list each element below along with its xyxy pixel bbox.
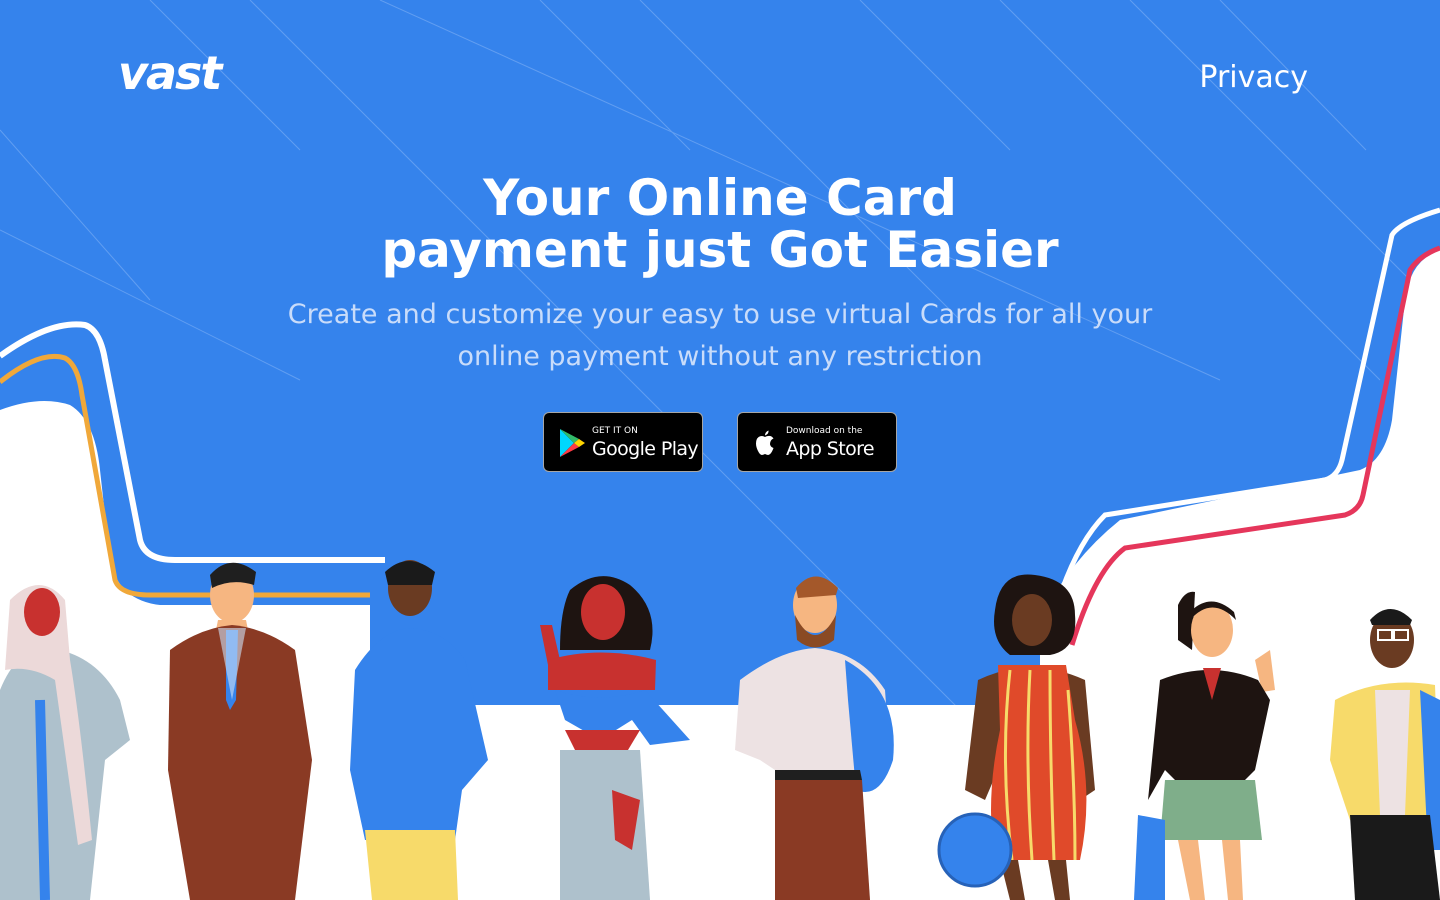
person-woman-schoolgirl xyxy=(1134,591,1275,900)
google-play-small-text: GET IT ON xyxy=(592,426,638,436)
hero-title: Your Online Card payment just Got Easier xyxy=(0,172,1440,276)
person-man-glasses xyxy=(1330,609,1440,900)
hero-subtitle: Create and customize your easy to use vi… xyxy=(270,294,1170,378)
person-woman-red-top xyxy=(540,576,690,900)
google-play-icon xyxy=(560,429,585,457)
app-store-small-text: Download on the xyxy=(786,426,863,436)
hero-subtitle-line2: online payment without any restriction xyxy=(457,341,983,372)
hero-title-line1: Your Online Card xyxy=(483,169,957,227)
hero-title-line2: payment just Got Easier xyxy=(381,221,1059,279)
person-woman-striped-dress xyxy=(937,574,1095,900)
app-store-button[interactable]: Download on the App Store xyxy=(737,412,897,472)
person-man-beard-backpack xyxy=(735,576,894,900)
nav-privacy-link[interactable]: Privacy xyxy=(1199,60,1308,95)
hero-subtitle-line1: Create and customize your easy to use vi… xyxy=(287,299,1153,330)
people-illustration xyxy=(0,560,1440,900)
apple-icon xyxy=(756,430,774,455)
brand-logo[interactable]: vast xyxy=(118,46,222,100)
person-man-blue-hoodie xyxy=(350,560,488,900)
app-store-big-text: App Store xyxy=(786,438,875,460)
google-play-button[interactable]: GET IT ON Google Play xyxy=(543,412,703,472)
google-play-big-text: Google Play xyxy=(592,438,699,460)
person-woman-hijab xyxy=(0,585,130,900)
person-man-brown-suit xyxy=(168,562,312,900)
